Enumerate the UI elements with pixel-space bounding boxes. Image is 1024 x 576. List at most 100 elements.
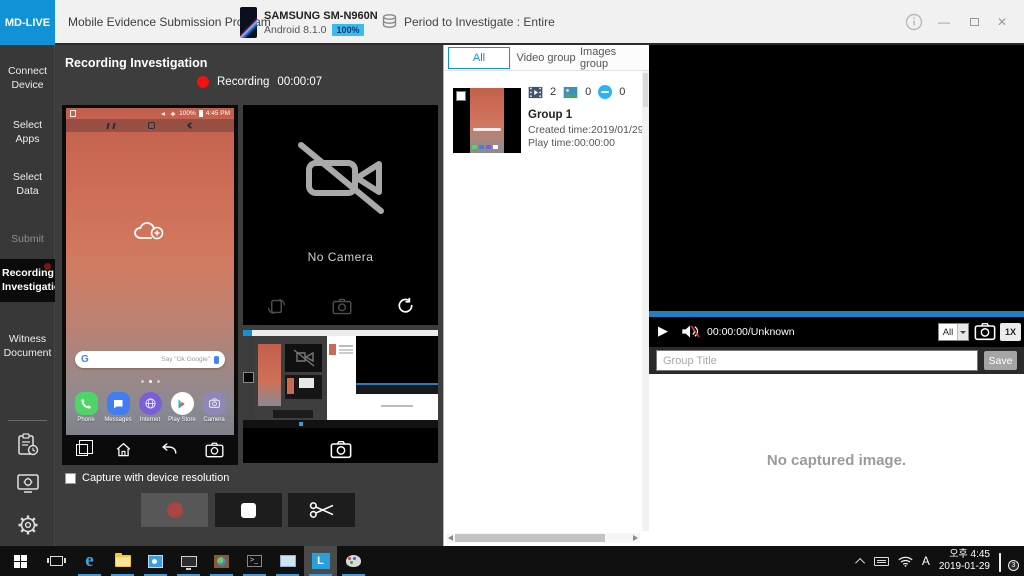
- group-thumbnail[interactable]: [453, 88, 521, 153]
- taskbar-monitor-app[interactable]: [172, 546, 205, 576]
- report-log-button[interactable]: [0, 433, 55, 457]
- sidebar-item-witness-document[interactable]: Witness Document: [0, 327, 55, 366]
- tab-images-group[interactable]: Images group: [580, 47, 646, 69]
- tab-video-group[interactable]: Video group: [514, 47, 578, 69]
- group-title[interactable]: Group 1: [528, 109, 572, 121]
- smart-capture-icon: [70, 110, 76, 117]
- horizontal-scrollbar[interactable]: [446, 533, 640, 543]
- mdlive-app-icon: L: [312, 553, 330, 569]
- stop-button[interactable]: [215, 493, 282, 527]
- connected-device-info: SAMSUNG SM-N960N Android 8.1.0 100%: [240, 6, 378, 39]
- home-button-icon[interactable]: [115, 442, 132, 458]
- group-tabs: All Video group Images group: [444, 45, 649, 71]
- desktop-capture-icon[interactable]: [330, 440, 352, 459]
- search-hint: Say "Ok Google": [93, 356, 210, 363]
- image-count: 0: [585, 86, 591, 98]
- play-store-app-icon: [171, 392, 194, 415]
- mirror-control-bar: [62, 435, 238, 465]
- playback-filter-dropdown[interactable]: All: [938, 323, 969, 341]
- sidebar-item-connect-device[interactable]: Connect Device: [0, 59, 55, 98]
- title-bar: MD-LIVE Mobile Evidence Submission Progr…: [0, 0, 1024, 45]
- camera-app[interactable]: Camera: [199, 392, 229, 423]
- tray-expand-icon[interactable]: [855, 557, 865, 567]
- refresh-camera-icon[interactable]: [397, 297, 414, 315]
- taskbar-file-explorer[interactable]: [106, 546, 139, 576]
- record-icon: [167, 502, 183, 518]
- desktop-capture-bar: [243, 440, 438, 459]
- messages-app[interactable]: Messages: [103, 392, 133, 423]
- device-screen[interactable]: 100% 4:45 PM G Say "Ok Google": [66, 108, 234, 435]
- back-button-icon[interactable]: [160, 443, 178, 457]
- scroll-left-arrow[interactable]: [448, 535, 453, 541]
- task-view-icon: [50, 556, 63, 566]
- android-back-icon[interactable]: [187, 122, 194, 129]
- info-button[interactable]: [900, 0, 928, 43]
- save-button[interactable]: Save: [984, 351, 1017, 370]
- android-nav-bar: [66, 119, 234, 132]
- minimize-button[interactable]: —: [930, 0, 958, 43]
- device-screen-settings-button[interactable]: [0, 473, 55, 495]
- group-counts: 2 0 0: [528, 85, 625, 99]
- cut-button[interactable]: [288, 493, 355, 527]
- globe-app-icon: [214, 555, 229, 568]
- rotate-camera-icon[interactable]: [267, 298, 286, 315]
- taskbar-mdlive-app[interactable]: L: [304, 546, 337, 576]
- scrollbar-thumb[interactable]: [455, 534, 605, 542]
- taskbar-clock[interactable]: 오후 4:45 2019-01-29: [939, 549, 990, 574]
- sidebar-item-select-data[interactable]: Select Data: [0, 165, 55, 204]
- group-created-time: Created time:2019/01/29 16:45: [528, 124, 648, 136]
- tab-all[interactable]: All: [448, 47, 510, 69]
- sidebar-item-submit[interactable]: Submit: [0, 227, 55, 253]
- group-checkbox[interactable]: [456, 91, 466, 101]
- play-store-app[interactable]: Play Store: [167, 392, 197, 423]
- weather-widget[interactable]: [66, 220, 234, 242]
- phone-app-dock: Phone Messages Internet: [66, 392, 234, 423]
- screenshot-button-icon[interactable]: [205, 442, 224, 458]
- capture-resolution-checkbox[interactable]: [65, 473, 76, 484]
- phone-app[interactable]: Phone: [71, 392, 101, 423]
- mute-button[interactable]: [681, 324, 700, 339]
- gear-icon: [16, 513, 40, 537]
- google-search-bar[interactable]: G Say "Ok Google": [75, 351, 225, 368]
- record-button[interactable]: [141, 493, 208, 527]
- taskbar-command-prompt[interactable]: >_: [238, 546, 271, 576]
- vertical-scrollbar[interactable]: [642, 71, 649, 531]
- video-count: 2: [550, 86, 556, 98]
- group-thumbnail-image: [470, 88, 504, 153]
- plus-icon: [170, 111, 176, 117]
- comment-count: 0: [619, 86, 625, 98]
- internet-app[interactable]: Internet: [135, 392, 165, 423]
- sidebar-item-recording-investigation[interactable]: Recording Investigation: [0, 259, 55, 302]
- taskbar-paint-app[interactable]: [337, 546, 370, 576]
- ime-indicator[interactable]: A: [922, 554, 930, 568]
- webcam-capture-icon[interactable]: [332, 298, 352, 315]
- device-thumbnail-icon: [240, 7, 257, 38]
- action-center-button[interactable]: 3: [999, 554, 1016, 568]
- taskbar-photo-app[interactable]: [139, 546, 172, 576]
- android-home-icon[interactable]: [148, 122, 155, 129]
- start-button[interactable]: [0, 546, 40, 576]
- phone-status-bar: 100% 4:45 PM: [66, 108, 234, 119]
- no-camera-label: No Camera: [243, 250, 438, 264]
- sidebar-item-select-apps[interactable]: Select Apps: [0, 113, 55, 152]
- taskbar-globe-app[interactable]: [205, 546, 238, 576]
- no-camera-icon: [291, 135, 391, 221]
- scroll-right-arrow[interactable]: [633, 535, 638, 541]
- restore-button[interactable]: [960, 0, 988, 43]
- task-view-button[interactable]: [40, 546, 73, 576]
- video-display[interactable]: [649, 45, 1024, 311]
- close-button[interactable]: ✕: [988, 0, 1016, 43]
- playback-speed-button[interactable]: 1X: [1000, 323, 1021, 341]
- settings-button[interactable]: [0, 513, 55, 537]
- taskbar-edge[interactable]: e: [73, 546, 106, 576]
- capture-frame-button[interactable]: [974, 322, 996, 341]
- group-title-input[interactable]: [656, 350, 978, 371]
- android-recents-icon[interactable]: [106, 123, 115, 129]
- recents-button-icon[interactable]: [76, 444, 88, 456]
- wifi-icon[interactable]: [898, 556, 913, 567]
- taskbar-display-app[interactable]: [271, 546, 304, 576]
- device-mirror-panel[interactable]: 100% 4:45 PM G Say "Ok Google": [62, 105, 238, 465]
- play-button[interactable]: ▶: [658, 323, 668, 339]
- video-count-icon: [528, 86, 543, 99]
- touch-keyboard-icon[interactable]: [874, 557, 889, 566]
